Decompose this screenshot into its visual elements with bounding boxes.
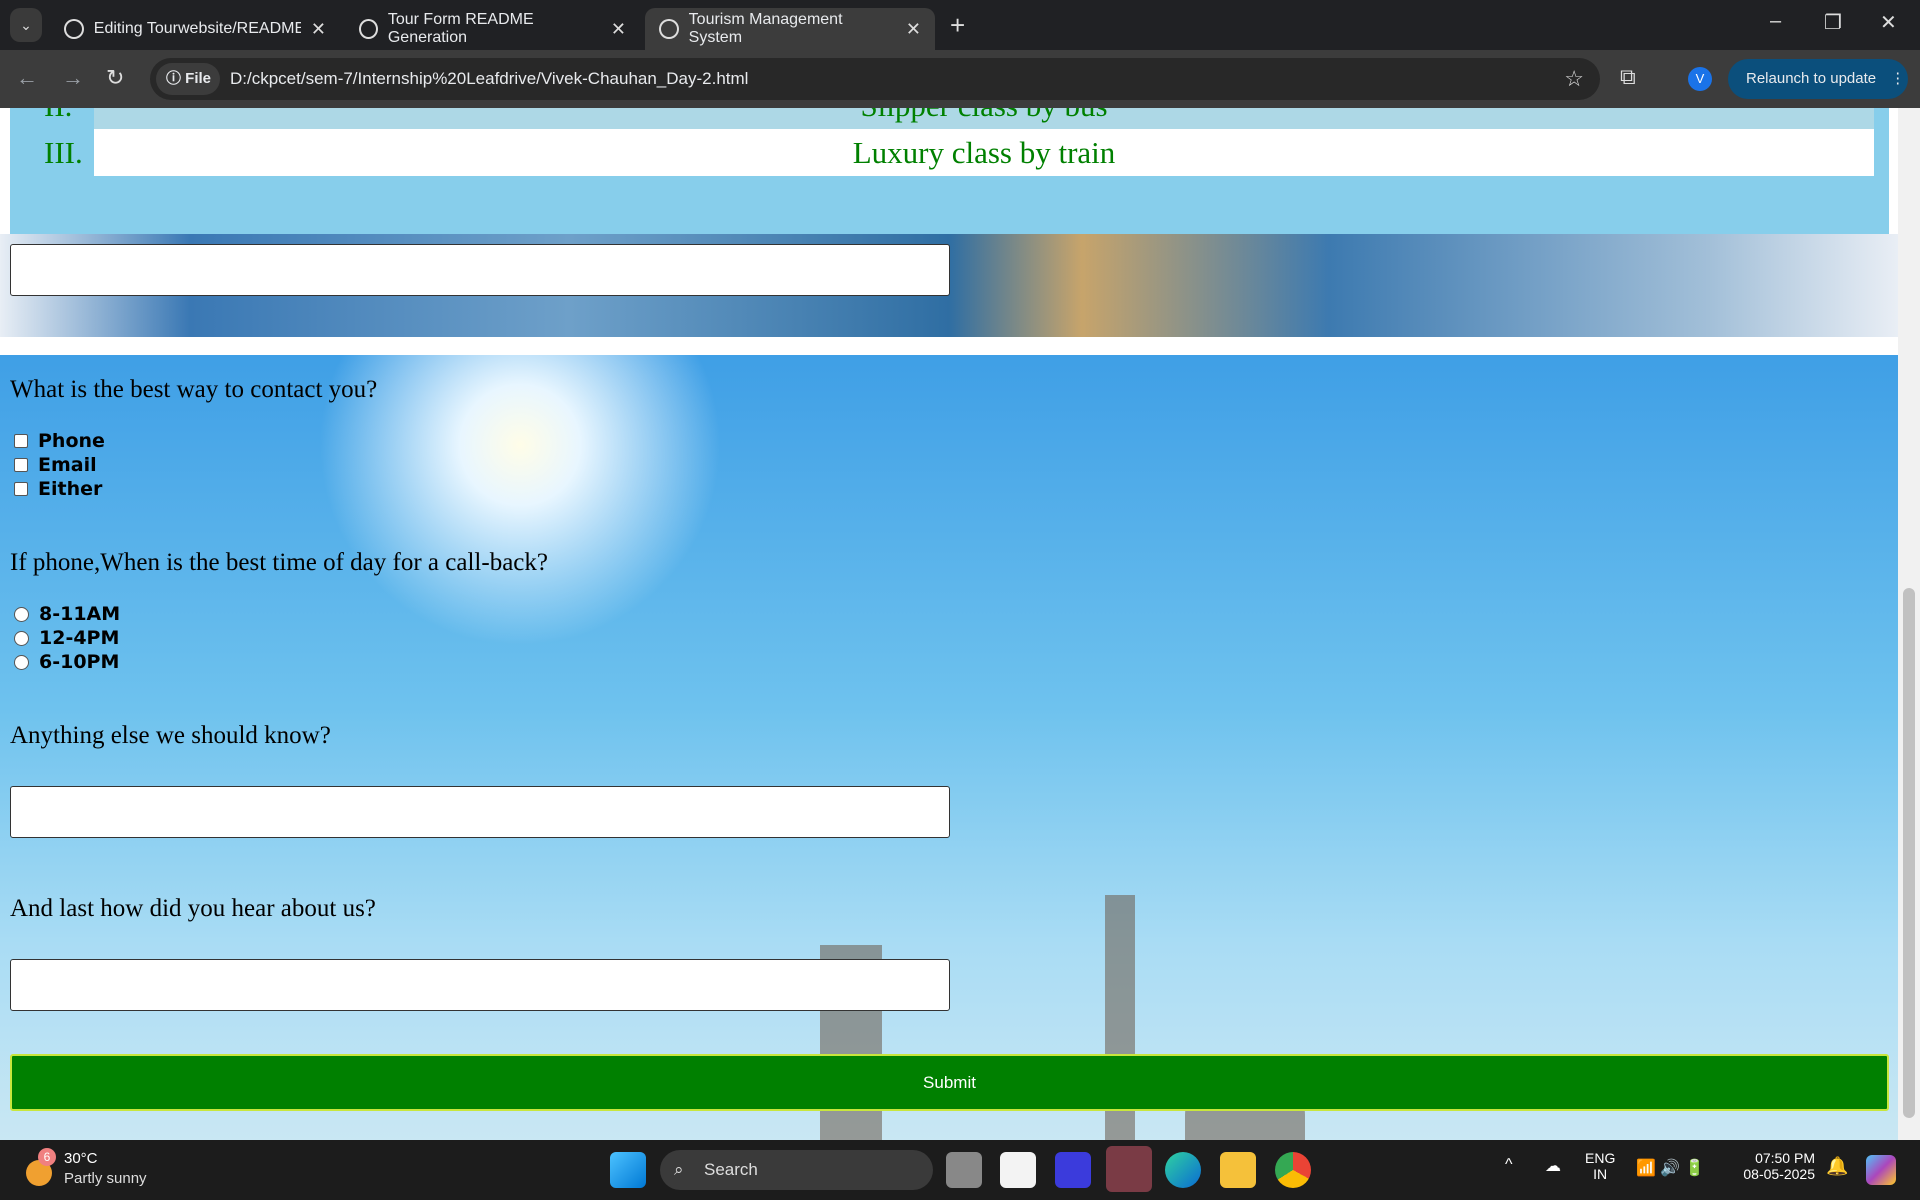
- radio[interactable]: [14, 630, 29, 646]
- show-hidden-icons[interactable]: ^: [1505, 1156, 1513, 1174]
- search-label: Search: [704, 1160, 758, 1179]
- clock[interactable]: 07:50 PM 08-05-2025: [1735, 1150, 1815, 1182]
- anything-else-question: Anything else we should know?: [10, 722, 331, 749]
- globe-icon: [659, 19, 679, 39]
- list-number: II.: [44, 108, 72, 124]
- checkbox-email[interactable]: Email: [14, 454, 97, 476]
- radio-12-4pm[interactable]: 12-4PM: [14, 627, 119, 649]
- start-button[interactable]: [610, 1152, 646, 1188]
- travel-options-list: Slipper class by bus II. Luxury class by…: [10, 108, 1889, 234]
- list-item-text: Slipper class by bus: [860, 108, 1107, 123]
- language-indicator[interactable]: ENG IN: [1585, 1150, 1615, 1182]
- reload-icon[interactable]: ↻: [106, 65, 124, 91]
- close-tab-icon[interactable]: ✕: [906, 19, 921, 40]
- list-item-text: Luxury class by train: [852, 135, 1116, 170]
- new-tab-button[interactable]: +: [950, 10, 965, 41]
- list-number: III.: [44, 135, 83, 170]
- site-info-chip[interactable]: ⓘ File: [156, 63, 220, 95]
- back-icon[interactable]: ←: [16, 65, 38, 91]
- edge-icon[interactable]: [1165, 1152, 1201, 1188]
- close-window-button[interactable]: ✕: [1880, 10, 1897, 35]
- checkbox[interactable]: [14, 482, 28, 496]
- profile-avatar[interactable]: V: [1688, 67, 1712, 91]
- tab-title: Tour Form README Generation: [387, 11, 534, 46]
- restore-button[interactable]: ❐: [1824, 10, 1842, 35]
- tab-search-button[interactable]: ⌄: [10, 8, 42, 42]
- lang-code: ENG: [1585, 1150, 1616, 1166]
- task-view-icon[interactable]: [946, 1152, 982, 1188]
- hear-about-input[interactable]: [10, 959, 950, 1011]
- chrome-icon[interactable]: [1275, 1152, 1311, 1188]
- option-label: 8-11AM: [39, 603, 121, 625]
- option-label: Email: [38, 454, 97, 476]
- taskbar: 6 30°C Partly sunny ⌕ Search ^ ☁ ENG IN 📶 …: [0, 1140, 1920, 1200]
- notification-bell-icon[interactable]: 🔔: [1826, 1156, 1848, 1177]
- radio[interactable]: [14, 654, 29, 670]
- copilot-icon[interactable]: [1866, 1155, 1896, 1185]
- checkbox-either[interactable]: Either: [14, 478, 102, 500]
- page-content: Slipper class by bus II. Luxury class by…: [0, 108, 1898, 1140]
- chip-label: File: [185, 70, 212, 87]
- temperature: 30°C: [64, 1150, 98, 1167]
- option-label: Phone: [38, 430, 105, 452]
- wifi-volume-battery-icons[interactable]: 📶 🔊 🔋: [1636, 1158, 1705, 1178]
- omnibox[interactable]: ⓘ File D:/ckpcet/sem-7/Internship%20Leaf…: [150, 58, 1600, 100]
- github-icon: [64, 19, 84, 39]
- text-input[interactable]: [10, 244, 950, 296]
- taskbar-search[interactable]: ⌕ Search: [660, 1150, 933, 1190]
- option-label: 6-10PM: [39, 651, 120, 673]
- contact-question: What is the best way to contact you?: [10, 376, 378, 403]
- notepad-icon[interactable]: [1106, 1146, 1152, 1192]
- weather-condition: Partly sunny: [64, 1170, 147, 1187]
- tab-title: Editing Tourwebsite/README.m: [93, 20, 301, 37]
- date: 08-05-2025: [1743, 1166, 1815, 1182]
- scrollbar-thumb[interactable]: [1903, 588, 1915, 1118]
- radio-8-11am[interactable]: 8-11AM: [14, 603, 120, 625]
- extensions-icon[interactable]: ⧉: [1620, 64, 1636, 90]
- chatgpt-icon: [359, 19, 378, 39]
- menu-icon[interactable]: ⋮: [1890, 70, 1905, 87]
- scrollbar[interactable]: [1898, 108, 1920, 1140]
- option-label: 12-4PM: [39, 627, 120, 649]
- file-explorer-icon[interactable]: [1220, 1152, 1256, 1188]
- forward-icon[interactable]: →: [62, 65, 84, 91]
- weather-badge: 6: [38, 1148, 56, 1166]
- url-text[interactable]: D:/ckpcet/sem-7/Internship%20Leafdrive/V…: [230, 69, 748, 89]
- submit-button[interactable]: Submit: [10, 1054, 1889, 1111]
- region-code: IN: [1593, 1166, 1608, 1182]
- close-tab-icon[interactable]: ✕: [311, 19, 326, 40]
- close-tab-icon[interactable]: ✕: [611, 19, 626, 40]
- address-bar: ← → ↻ ⓘ File D:/ckpcet/sem-7/Internship%…: [0, 50, 1920, 108]
- microsoft-store-icon[interactable]: [1000, 1152, 1036, 1188]
- minimize-button[interactable]: –: [1770, 10, 1781, 33]
- radio-6-10pm[interactable]: 6-10PM: [14, 651, 119, 673]
- list-item: Luxury class by train: [94, 129, 1874, 176]
- relaunch-button[interactable]: Relaunch to update ⋮: [1728, 59, 1908, 99]
- app-icon[interactable]: [1055, 1152, 1091, 1188]
- callback-question: If phone,When is the best time of day fo…: [10, 549, 548, 576]
- hear-about-question: And last how did you hear about us?: [10, 895, 376, 922]
- weather-widget[interactable]: 6 30°C Partly sunny: [24, 1148, 174, 1192]
- radio[interactable]: [14, 606, 29, 622]
- time: 07:50 PM: [1755, 1150, 1815, 1166]
- relaunch-label: Relaunch to update: [1746, 70, 1877, 87]
- tab-tourism[interactable]: Tourism Management System ✕: [645, 8, 935, 50]
- checkbox-phone[interactable]: Phone: [14, 430, 105, 452]
- checkbox[interactable]: [14, 458, 28, 472]
- checkbox[interactable]: [14, 434, 28, 448]
- list-item: Slipper class by bus: [94, 108, 1874, 129]
- tab-bar: ⌄ Editing Tourwebsite/README.m ✕ Tour For…: [0, 0, 1920, 50]
- option-label: Either: [38, 478, 103, 500]
- tab-title: Tourism Management System: [688, 11, 843, 46]
- bookmark-star-icon[interactable]: ☆: [1564, 66, 1584, 92]
- tab-readme-generation[interactable]: Tour Form README Generation ✕: [345, 8, 640, 50]
- tab-readme-edit[interactable]: Editing Tourwebsite/README.m ✕: [50, 8, 340, 50]
- anything-else-input[interactable]: [10, 786, 950, 838]
- search-icon: ⌕: [674, 1160, 684, 1179]
- onedrive-icon[interactable]: ☁: [1545, 1156, 1561, 1176]
